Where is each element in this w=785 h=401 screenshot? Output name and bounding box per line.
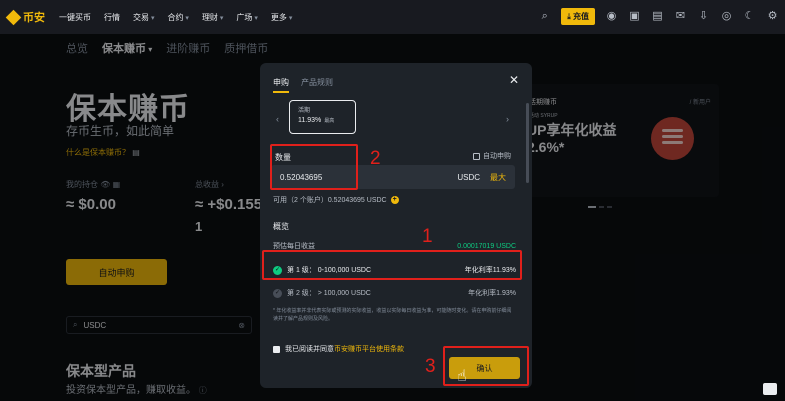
settings-icon[interactable]: ⚙ (766, 10, 779, 23)
available-text: 可用（2 个账户）0.52043695 USDC (273, 197, 387, 204)
terms-text: 我已阅读并同意币安赚币平台使用条款 (285, 344, 404, 354)
terms-checkbox[interactable] (273, 345, 280, 353)
nav-item-square[interactable]: 广场 (236, 12, 257, 23)
binance-logo-icon (5, 9, 22, 25)
check-icon: ✓ (273, 288, 282, 298)
nav-item-markets[interactable]: 行情 (104, 12, 120, 23)
logo-text: 币安 (23, 12, 45, 24)
annotation-box-3 (443, 346, 529, 386)
annotation-number-1: 1 (422, 226, 433, 247)
account-icon[interactable]: ◉ (605, 10, 618, 23)
term-rate-value: 11.93% (298, 117, 322, 124)
auto-subscribe-toggle[interactable]: 自动申购 (473, 151, 511, 161)
term-rate: 11.93% 最高 (298, 117, 347, 124)
scrollbar[interactable] (526, 103, 529, 183)
hand-cursor-icon: ☝ (457, 368, 467, 385)
download-icon[interactable]: ⇩ (697, 10, 710, 23)
nav-item-buy[interactable]: 一键买币 (59, 12, 91, 23)
terms-link[interactable]: 币安赚币平台使用条款 (334, 346, 404, 353)
annotation-number-3: 3 (425, 356, 436, 377)
top-right-actions: ⌕ ⤓ 充值 ◉ ▣ ▤ ✉ ⇩ ◎ ☾ ⚙ (538, 8, 779, 25)
recharge-label: 充值 (573, 12, 589, 21)
annotation-box-2 (270, 144, 358, 190)
tab-product-rules[interactable]: 产品规则 (301, 77, 333, 93)
auto-subscribe-checkbox[interactable] (473, 152, 480, 160)
tier-2-row: ✓ 第 2 级： > 100,000 USDC 年化利率1.93% (273, 288, 516, 298)
recharge-button[interactable]: ⤓ 充值 (561, 8, 595, 25)
chevron-left-icon[interactable]: ‹ (276, 114, 279, 124)
auto-subscribe-label: 自动申购 (483, 153, 511, 160)
nav-item-earn[interactable]: 理财 (202, 12, 223, 23)
top-bar: 币安 一键买币 行情 交易 合约 理财 广场 更多 ⌕ ⤓ 充值 ◉ ▣ ▤ ✉… (0, 0, 785, 34)
nav-item-more[interactable]: 更多 (271, 12, 292, 23)
rate-disclaimer: * 年化收益率并非代表实际或预测的实际收益，收益以实际每日收益为准，可能随时变化… (273, 308, 512, 322)
annotation-number-2: 2 (370, 148, 381, 169)
modal-tabs: 申购 产品规则 (273, 77, 333, 93)
tier-2-rate: 年化利率1.93% (468, 290, 516, 297)
subscribe-modal: 申购 产品规则 ✕ ‹ 活期 11.93% 最高 › 数量 自动申购 0.5204… (260, 63, 532, 388)
main-nav: 一键买币 行情 交易 合约 理财 广场 更多 (59, 12, 305, 23)
term-rate-suffix: 最高 (324, 118, 335, 124)
notification-icon[interactable]: ✉ (674, 10, 687, 23)
wallet-icon[interactable]: ▣ (628, 10, 641, 23)
term-label: 活期 (298, 108, 311, 114)
term-option-flexible[interactable]: 活期 11.93% 最高 (289, 100, 356, 134)
logo[interactable]: 币安 (5, 9, 45, 25)
overview-label: 概览 (273, 222, 289, 231)
nav-item-trade[interactable]: 交易 (133, 12, 154, 23)
chat-icon[interactable] (763, 383, 777, 395)
tier-2-label: 第 2 级： > 100,000 USDC (287, 290, 371, 297)
language-icon[interactable]: ◎ (720, 10, 733, 23)
chevron-right-icon[interactable]: › (506, 114, 509, 124)
tab-subscribe[interactable]: 申购 (273, 77, 289, 93)
max-button[interactable]: 最大 (490, 172, 506, 183)
amount-currency: USDC (457, 172, 480, 182)
terms-agreement[interactable]: 我已阅读并同意币安赚币平台使用条款 (273, 344, 404, 354)
nav-item-futures[interactable]: 合约 (167, 12, 188, 23)
theme-icon[interactable]: ☾ (743, 10, 756, 23)
add-funds-icon[interactable]: + (390, 196, 399, 204)
annotation-box-1 (262, 250, 522, 280)
orders-icon[interactable]: ▤ (651, 10, 664, 23)
search-icon[interactable]: ⌕ (538, 10, 551, 23)
terms-prefix: 我已阅读并同意 (285, 346, 334, 353)
close-icon[interactable]: ✕ (509, 73, 519, 87)
daily-income-value: 0.00017019 USDC (457, 242, 516, 250)
available-balance: 可用（2 个账户）0.52043695 USDC + (273, 195, 399, 205)
